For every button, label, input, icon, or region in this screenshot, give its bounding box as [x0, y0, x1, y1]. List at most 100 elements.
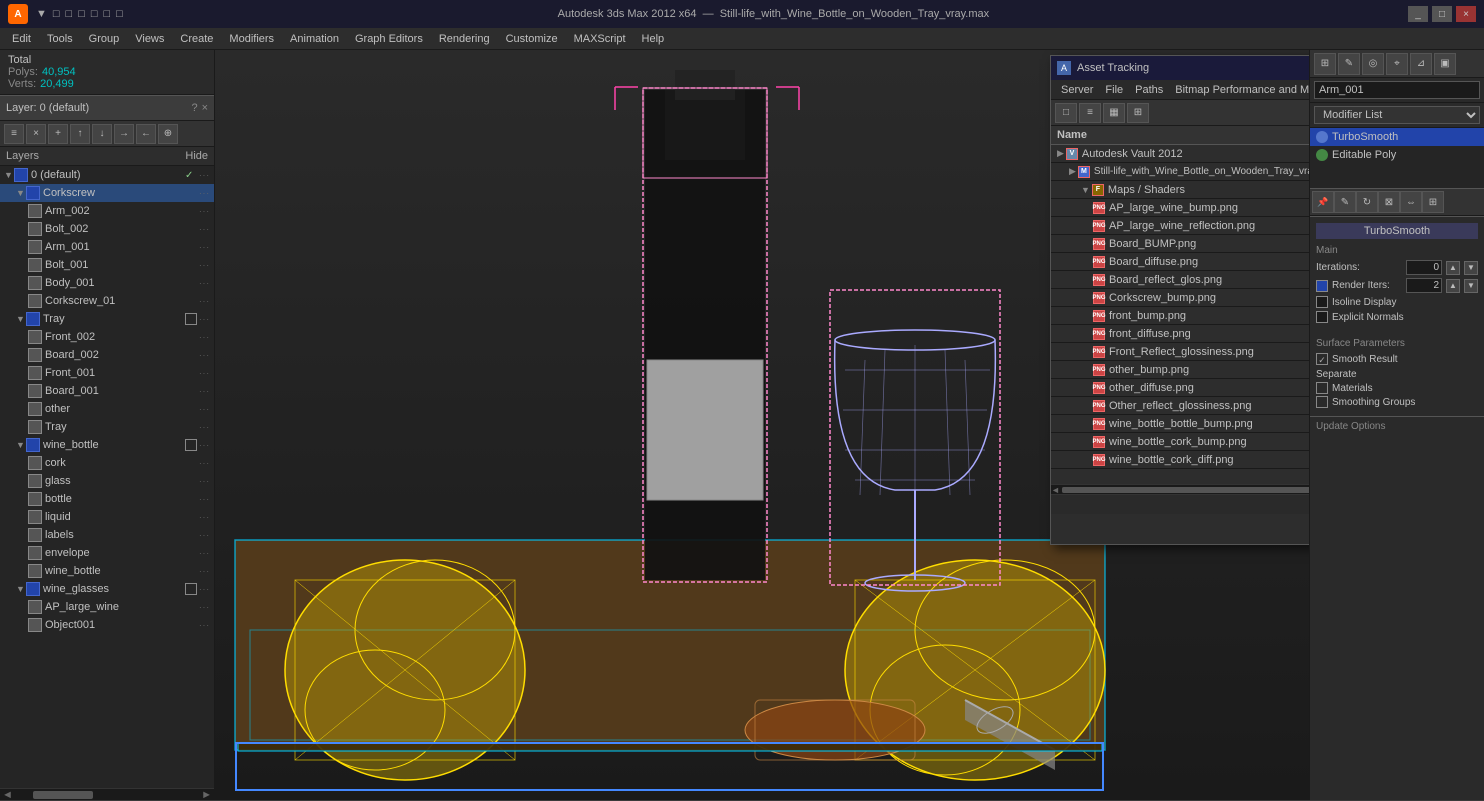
expand-icon[interactable]: ▼	[16, 314, 26, 324]
ri-down[interactable]: ▼	[1464, 279, 1478, 293]
materials-checkbox[interactable]	[1316, 382, 1328, 394]
layer-item-front001[interactable]: Front_001 ···	[0, 364, 214, 382]
scroll-right-btn[interactable]: ►	[201, 789, 212, 801]
expand-icon[interactable]: ▼	[1081, 185, 1090, 195]
asset-row-maps[interactable]: ▼ F Maps / Shaders	[1051, 181, 1309, 199]
asset-tool-3[interactable]: ▦	[1103, 103, 1125, 123]
hide-btn[interactable]: Hide	[185, 150, 208, 162]
layer-box[interactable]	[185, 583, 197, 595]
asset-h-scrollbar[interactable]: ◄ ►	[1051, 484, 1309, 494]
menu-views[interactable]: Views	[127, 31, 172, 47]
rt-btn-4[interactable]: ⌖	[1386, 53, 1408, 75]
close-btn[interactable]: ×	[1456, 6, 1476, 22]
asset-row-11[interactable]: PNG Other_reflect_glossiness.png Found	[1051, 397, 1309, 415]
asset-table[interactable]: Name Status ▶ V Autodesk Vault 2012 Logg…	[1051, 126, 1309, 484]
asset-tool-1[interactable]: □	[1055, 103, 1077, 123]
modifier-item-turbosmooth[interactable]: TurboSmooth	[1310, 128, 1484, 146]
layer-item-bolt001[interactable]: Bolt_001 ···	[0, 256, 214, 274]
layer-item-arm001[interactable]: Arm_001 ···	[0, 238, 214, 256]
menu-file-btn[interactable]: ▼	[36, 8, 47, 20]
layer-item-object001[interactable]: Object001 ···	[0, 616, 214, 634]
modifier-stack[interactable]: TurboSmooth Editable Poly	[1310, 128, 1484, 188]
layer-item-tray2[interactable]: Tray ···	[0, 418, 214, 436]
render-iters-input[interactable]	[1406, 278, 1442, 293]
layer-item-glass[interactable]: glass ···	[0, 472, 214, 490]
layer-item-corkscrew[interactable]: ▼ Corkscrew ···	[0, 184, 214, 202]
layer-item-board002[interactable]: Board_002 ···	[0, 346, 214, 364]
layer-item-bolt002[interactable]: Bolt_002 ···	[0, 220, 214, 238]
asset-row-8[interactable]: PNG Front_Reflect_glossiness.png Found	[1051, 343, 1309, 361]
pin-btn[interactable]: 📌	[1312, 191, 1334, 213]
modifier-item-editable-poly[interactable]: Editable Poly	[1310, 146, 1484, 164]
rt-btn-6[interactable]: ▣	[1434, 53, 1456, 75]
iterations-input[interactable]	[1406, 260, 1442, 275]
layer-item-envelope[interactable]: envelope ···	[0, 544, 214, 562]
scroll-track[interactable]	[1062, 487, 1309, 493]
align-btn[interactable]: ⊞	[1422, 191, 1444, 213]
layer-item-0default[interactable]: ▼ 0 (default) ✓ ···	[0, 166, 214, 184]
menu-rendering[interactable]: Rendering	[431, 31, 498, 47]
expand-icon[interactable]: ▼	[4, 170, 14, 180]
menu-animation[interactable]: Animation	[282, 31, 347, 47]
layer-item-liquid[interactable]: liquid ···	[0, 508, 214, 526]
menu-group[interactable]: Group	[81, 31, 128, 47]
rt-btn-5[interactable]: ⊿	[1410, 53, 1432, 75]
asset-row-2[interactable]: PNG Board_BUMP.png Found	[1051, 235, 1309, 253]
layer-tool-delete[interactable]: ×	[26, 124, 46, 144]
layer-item-tray[interactable]: ▼ Tray ···	[0, 310, 214, 328]
asset-row-4[interactable]: PNG Board_reflect_glos.png Found	[1051, 271, 1309, 289]
expand-icon[interactable]: ▼	[16, 188, 26, 198]
layer-tool-left[interactable]: ←	[136, 124, 156, 144]
maximize-btn[interactable]: □	[1432, 6, 1452, 22]
layer-item-front002[interactable]: Front_002 ···	[0, 328, 214, 346]
asset-menu-server[interactable]: Server	[1055, 82, 1099, 98]
explicit-normals-checkbox[interactable]	[1316, 311, 1328, 323]
layer-help-btn[interactable]: ?	[191, 102, 197, 114]
toolbar-btn6[interactable]: □	[116, 8, 123, 20]
asset-row-vault[interactable]: ▶ V Autodesk Vault 2012 Logged Out ...	[1051, 145, 1309, 163]
toolbar-btn[interactable]: □	[53, 8, 60, 20]
asset-row-6[interactable]: PNG front_bump.png Found	[1051, 307, 1309, 325]
edit-btn[interactable]: ✎	[1334, 191, 1356, 213]
layer-item-body001[interactable]: Body_001 ···	[0, 274, 214, 292]
layer-tool-list[interactable]: ≡	[4, 124, 24, 144]
layers-list[interactable]: ▼ 0 (default) ✓ ··· ▼ Corkscrew ··· Arm_…	[0, 166, 214, 788]
minimize-btn[interactable]: _	[1408, 6, 1428, 22]
scroll-left-btn[interactable]: ◄	[2, 789, 13, 801]
scroll-left[interactable]: ◄	[1051, 485, 1060, 495]
expand-icon[interactable]: ▶	[1069, 166, 1076, 177]
render-iters-checkbox[interactable]	[1316, 280, 1328, 292]
modifier-list-dropdown[interactable]: Modifier List	[1314, 106, 1480, 124]
layer-item-wine-bottle[interactable]: ▼ wine_bottle ···	[0, 436, 214, 454]
layer-item-wine-glasses[interactable]: ▼ wine_glasses ···	[0, 580, 214, 598]
rt-btn-1[interactable]: ⊞	[1314, 53, 1336, 75]
asset-row-13[interactable]: PNG wine_bottle_cork_bump.png Found	[1051, 433, 1309, 451]
menu-maxscript[interactable]: MAXScript	[566, 31, 634, 47]
asset-menu-bitmap[interactable]: Bitmap Performance and Memory	[1169, 82, 1309, 98]
asset-row-12[interactable]: PNG wine_bottle_bottle_bump.png Found	[1051, 415, 1309, 433]
asset-tool-2[interactable]: ≡	[1079, 103, 1101, 123]
asset-row-14[interactable]: PNG wine_bottle_cork_diff.png Found	[1051, 451, 1309, 469]
smoothing-groups-checkbox[interactable]	[1316, 396, 1328, 408]
layer-tool-extra[interactable]: ⊕	[158, 124, 178, 144]
asset-row-1[interactable]: PNG AP_large_wine_reflection.png Found	[1051, 217, 1309, 235]
layer-tool-up[interactable]: ↑	[70, 124, 90, 144]
h-scrollbar[interactable]: ◄ ►	[0, 788, 214, 800]
isoline-checkbox[interactable]	[1316, 296, 1328, 308]
win-controls[interactable]: _ □ ×	[1408, 6, 1476, 22]
layer-item-other[interactable]: other ···	[0, 400, 214, 418]
expand-icon[interactable]: ▼	[16, 584, 26, 594]
asset-row-maxfile[interactable]: ▶ M Still-life_with_Wine_Bottle_on_Woode…	[1051, 163, 1309, 181]
menu-help[interactable]: Help	[634, 31, 673, 47]
asset-row-9[interactable]: PNG other_bump.png Found	[1051, 361, 1309, 379]
menu-edit[interactable]: Edit	[4, 31, 39, 47]
rt-btn-2[interactable]: ✎	[1338, 53, 1360, 75]
menu-customize[interactable]: Customize	[498, 31, 566, 47]
asset-row-10[interactable]: PNG other_diffuse.png Found	[1051, 379, 1309, 397]
toolbar-btn3[interactable]: □	[78, 8, 85, 20]
toolbar-btn5[interactable]: □	[104, 8, 111, 20]
asset-tracking-titlebar[interactable]: A Asset Tracking _ □ ×	[1051, 56, 1309, 80]
layer-item-labels[interactable]: labels ···	[0, 526, 214, 544]
layer-close-btn[interactable]: ×	[202, 102, 208, 114]
asset-menu-file[interactable]: File	[1099, 82, 1129, 98]
